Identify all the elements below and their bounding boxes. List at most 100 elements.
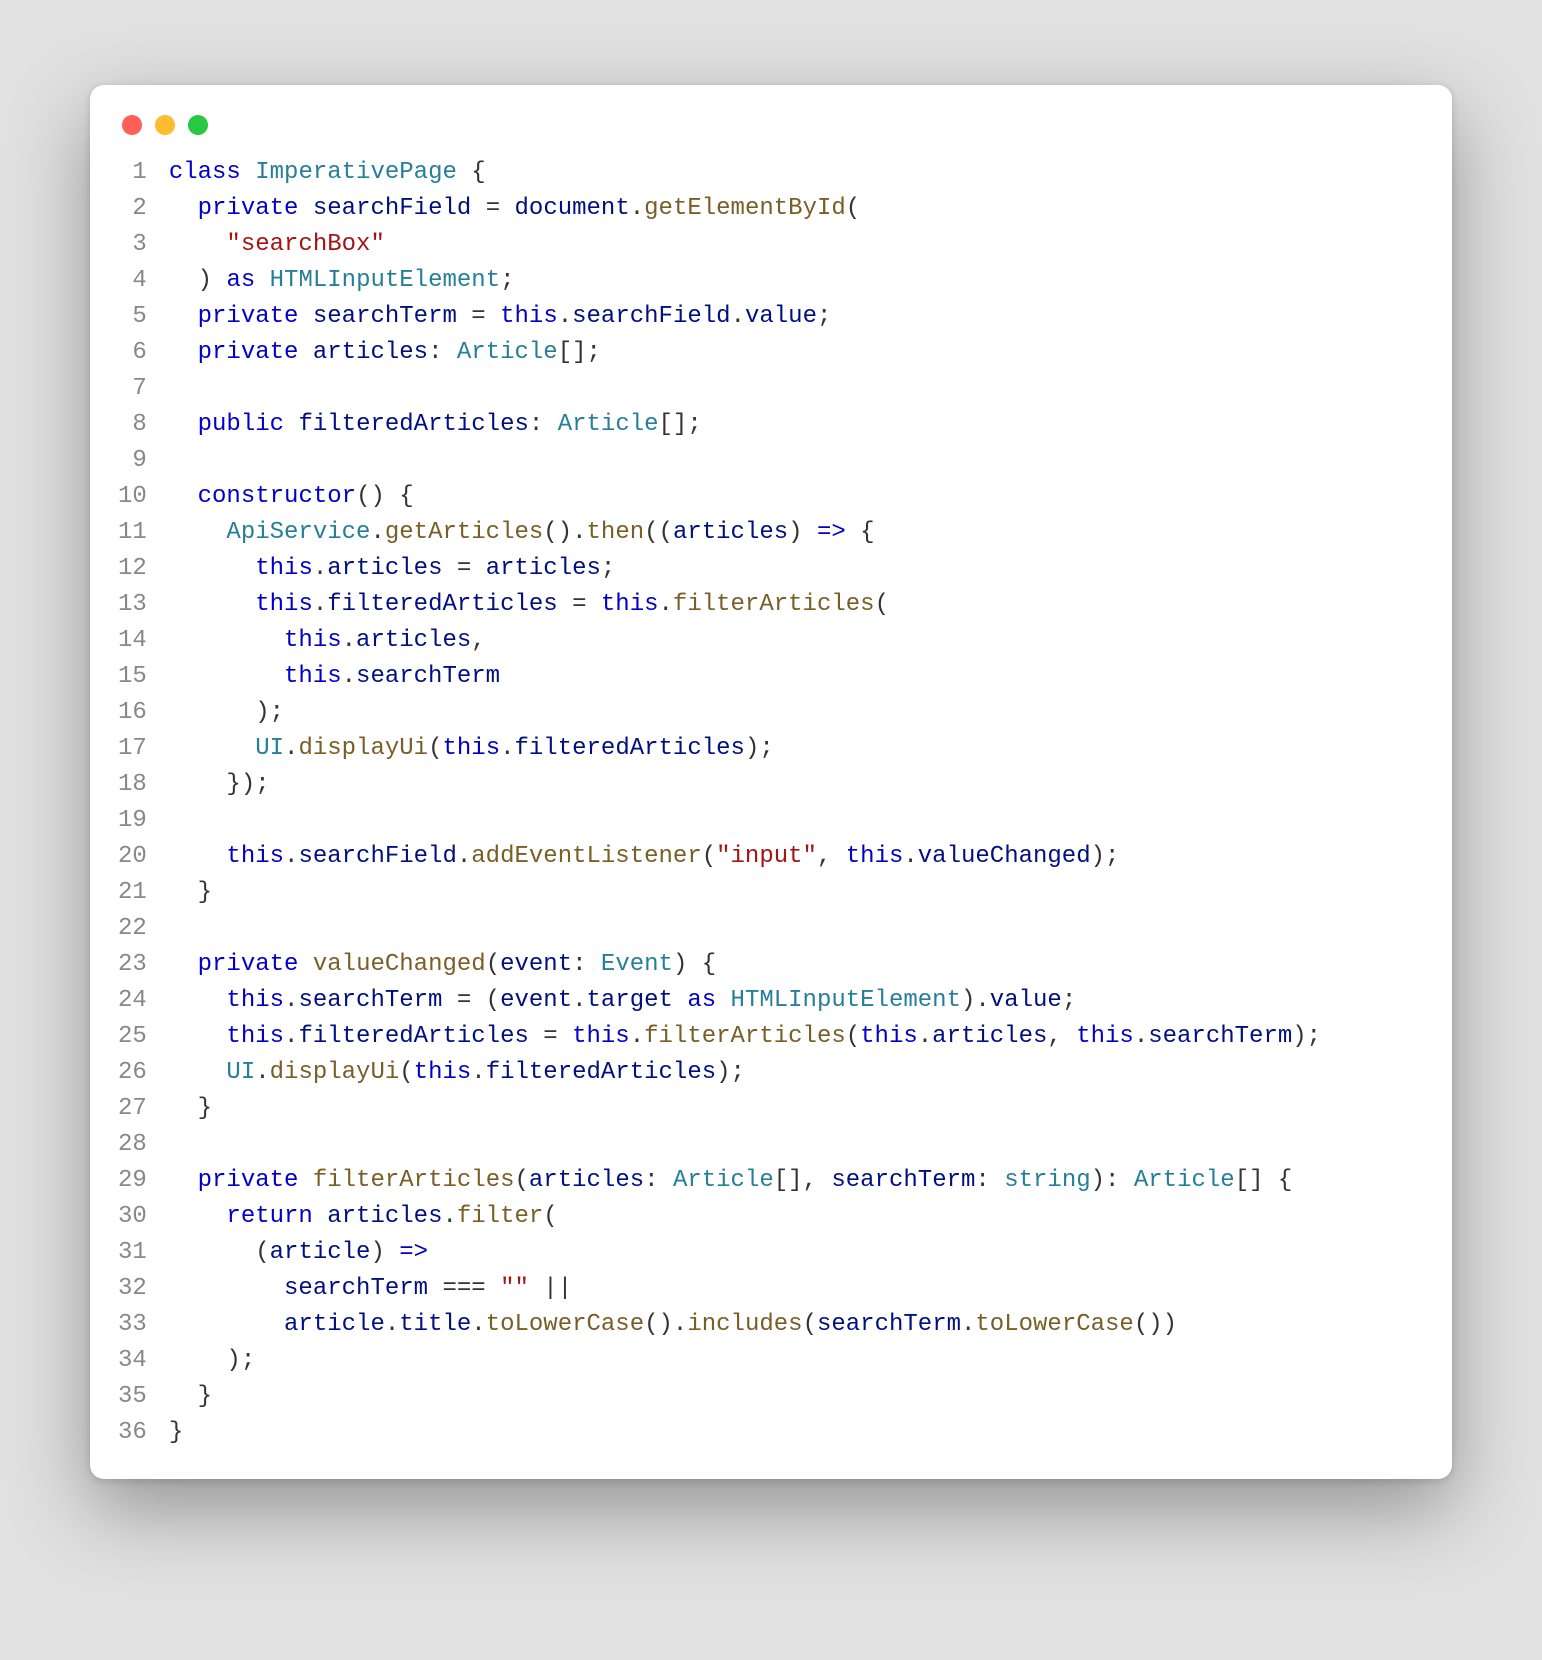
code-token: . [471, 1311, 485, 1338]
code-token: this [284, 627, 342, 654]
code-token: : [644, 1167, 673, 1194]
code-line: UI.displayUi(this.filteredArticles); [169, 1055, 1422, 1091]
window-zoom-icon[interactable] [188, 115, 208, 135]
code-token: ; [601, 555, 615, 582]
code-line: ); [169, 1343, 1422, 1379]
code-token: ( [486, 951, 500, 978]
code-token: ( [846, 195, 860, 222]
line-number: 8 [118, 407, 147, 443]
code-token: UI [226, 1059, 255, 1086]
code-token: getArticles [385, 519, 543, 546]
code-token: Article [457, 339, 558, 366]
code-token: ( [846, 1023, 860, 1050]
code-token: = [442, 555, 485, 582]
code-token: ) { [673, 951, 716, 978]
code-token: article [270, 1239, 371, 1266]
code-token: this [500, 303, 558, 330]
code-line: private articles: Article[]; [169, 335, 1422, 371]
code-token: . [471, 1059, 485, 1086]
code-token: . [572, 987, 586, 1014]
code-token: searchTerm [284, 1275, 428, 1302]
code-token: []; [558, 339, 601, 366]
code-token: . [630, 195, 644, 222]
window-minimize-icon[interactable] [155, 115, 175, 135]
code-token: } [198, 1383, 212, 1410]
code-line [169, 1127, 1422, 1163]
code-token: displayUi [298, 735, 428, 762]
line-number: 23 [118, 947, 147, 983]
stage: 1234567891011121314151617181920212223242… [0, 0, 1542, 1660]
code-line: (article) => [169, 1235, 1422, 1271]
code-token: searchField [298, 843, 456, 870]
code-token: value [990, 987, 1062, 1014]
code-token: , [817, 843, 846, 870]
line-number: 32 [118, 1271, 147, 1307]
code-token: this [846, 843, 904, 870]
code-token: ( [428, 735, 442, 762]
code-token: } [198, 879, 212, 906]
code-token: . [1134, 1023, 1148, 1050]
code-token: constructor [198, 483, 356, 510]
code-token: HTMLInputElement [731, 987, 961, 1014]
code-token: searchField [572, 303, 730, 330]
code-token: filteredArticles [298, 411, 528, 438]
code-token: searchTerm [831, 1167, 975, 1194]
code-token: target [587, 987, 673, 1014]
code-token: ( [543, 1203, 557, 1230]
code-token: : [529, 411, 558, 438]
code-token: filterArticles [313, 1167, 515, 1194]
code-token: . [284, 735, 298, 762]
code-token: . [385, 1311, 399, 1338]
code-line: "searchBox" [169, 227, 1422, 263]
window-close-icon[interactable] [122, 115, 142, 135]
code-token: valueChanged [313, 951, 486, 978]
code-token: displayUi [270, 1059, 400, 1086]
code-token: ; [817, 303, 831, 330]
code-line: }); [169, 767, 1422, 803]
code-token: document [515, 195, 630, 222]
code-token: [] { [1235, 1167, 1293, 1194]
code-token: Article [673, 1167, 774, 1194]
code-token: private [198, 195, 299, 222]
code-token: string [1004, 1167, 1090, 1194]
code-token: this [414, 1059, 472, 1086]
code-line [169, 911, 1422, 947]
code-line: private searchField = document.getElemen… [169, 191, 1422, 227]
code-token: private [198, 339, 299, 366]
code-token: this [255, 555, 313, 582]
code-line: this.searchField.addEventListener("input… [169, 839, 1422, 875]
code-token: searchTerm [356, 663, 500, 690]
code-token: ); [226, 1347, 255, 1374]
code-token: . [313, 591, 327, 618]
line-number: 3 [118, 227, 147, 263]
line-number: 1 [118, 155, 147, 191]
code-token: this [860, 1023, 918, 1050]
code-token: Article [558, 411, 659, 438]
code-token: ) [788, 519, 817, 546]
code-token: searchTerm [298, 987, 442, 1014]
code-token: (). [644, 1311, 687, 1338]
code-line: public filteredArticles: Article[]; [169, 407, 1422, 443]
code-line: } [169, 875, 1422, 911]
code-token: toLowerCase [486, 1311, 644, 1338]
code-token: . [659, 591, 673, 618]
code-token [673, 987, 687, 1014]
code-token: . [903, 843, 917, 870]
code-token [284, 411, 298, 438]
code-token: private [198, 1167, 299, 1194]
line-number: 28 [118, 1127, 147, 1163]
code-window: 1234567891011121314151617181920212223242… [90, 85, 1452, 1479]
code-token [298, 339, 312, 366]
code-token: this [255, 591, 313, 618]
code-line: ) as HTMLInputElement; [169, 263, 1422, 299]
code-token: class [169, 159, 241, 186]
code-line: this.searchTerm [169, 659, 1422, 695]
code-token: . [630, 1023, 644, 1050]
code-token: } [198, 1095, 212, 1122]
line-number: 2 [118, 191, 147, 227]
code-token: . [284, 843, 298, 870]
code-token: then [587, 519, 645, 546]
line-number: 6 [118, 335, 147, 371]
line-number: 26 [118, 1055, 147, 1091]
code-token: (( [644, 519, 673, 546]
